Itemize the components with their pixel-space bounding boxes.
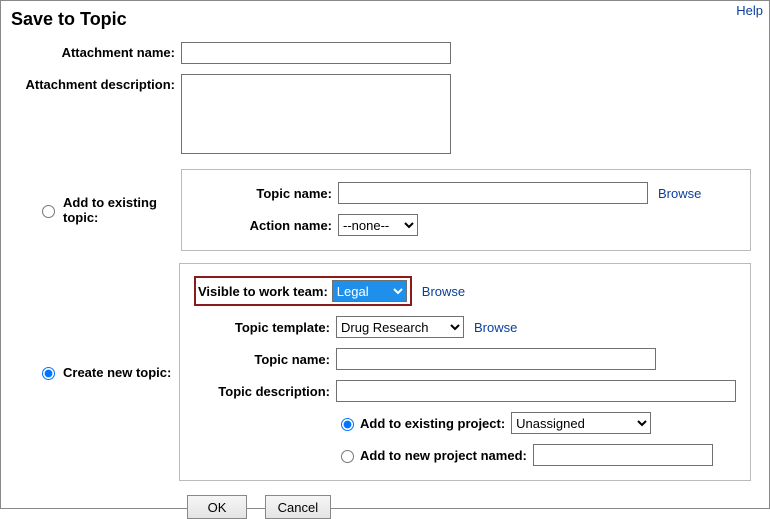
topic-template-label: Topic template:	[194, 320, 336, 335]
create-new-topic-label: Create new topic:	[63, 365, 171, 380]
attachment-description-label: Attachment description:	[11, 74, 181, 92]
add-to-new-project-radio[interactable]	[341, 450, 354, 463]
new-topic-name-input[interactable]	[336, 348, 656, 370]
ok-button[interactable]: OK	[187, 495, 247, 519]
topic-description-input[interactable]	[336, 380, 736, 402]
dialog-title: Save to Topic	[11, 9, 759, 30]
topic-description-label: Topic description:	[194, 384, 336, 399]
existing-topic-name-input[interactable]	[338, 182, 648, 204]
visible-to-work-team-label: Visible to work team:	[198, 284, 332, 299]
save-to-topic-dialog: Help Save to Topic Attachment name: Atta…	[0, 0, 770, 509]
add-to-new-project-label: Add to new project named:	[360, 448, 527, 463]
existing-topic-panel: Topic name: Browse Action name: --none--	[181, 169, 751, 251]
existing-topic-name-label: Topic name:	[196, 186, 338, 201]
topic-template-select[interactable]: Drug Research	[336, 316, 464, 338]
attachment-name-input[interactable]	[181, 42, 451, 64]
new-project-name-input[interactable]	[533, 444, 713, 466]
visible-to-work-team-select[interactable]: Legal	[332, 280, 407, 302]
existing-project-select[interactable]: Unassigned	[511, 412, 651, 434]
visible-browse-link[interactable]: Browse	[422, 284, 465, 299]
attachment-name-label: Attachment name:	[11, 42, 181, 60]
add-to-existing-topic-label: Add to existing topic:	[63, 195, 181, 225]
add-to-existing-project-radio[interactable]	[341, 418, 354, 431]
create-new-topic-radio[interactable]	[42, 367, 55, 380]
add-to-existing-project-label: Add to existing project:	[360, 416, 505, 431]
visible-to-work-team-highlight: Visible to work team: Legal	[194, 276, 412, 306]
cancel-button[interactable]: Cancel	[265, 495, 331, 519]
existing-topic-browse-link[interactable]: Browse	[658, 186, 701, 201]
create-topic-panel: Visible to work team: Legal Browse Topic…	[179, 263, 751, 481]
action-name-label: Action name:	[196, 218, 338, 233]
add-to-existing-topic-radio[interactable]	[42, 205, 55, 218]
new-topic-name-label: Topic name:	[194, 352, 336, 367]
attachment-description-textarea[interactable]	[181, 74, 451, 154]
action-name-select[interactable]: --none--	[338, 214, 418, 236]
template-browse-link[interactable]: Browse	[474, 320, 517, 335]
help-link[interactable]: Help	[736, 3, 763, 18]
